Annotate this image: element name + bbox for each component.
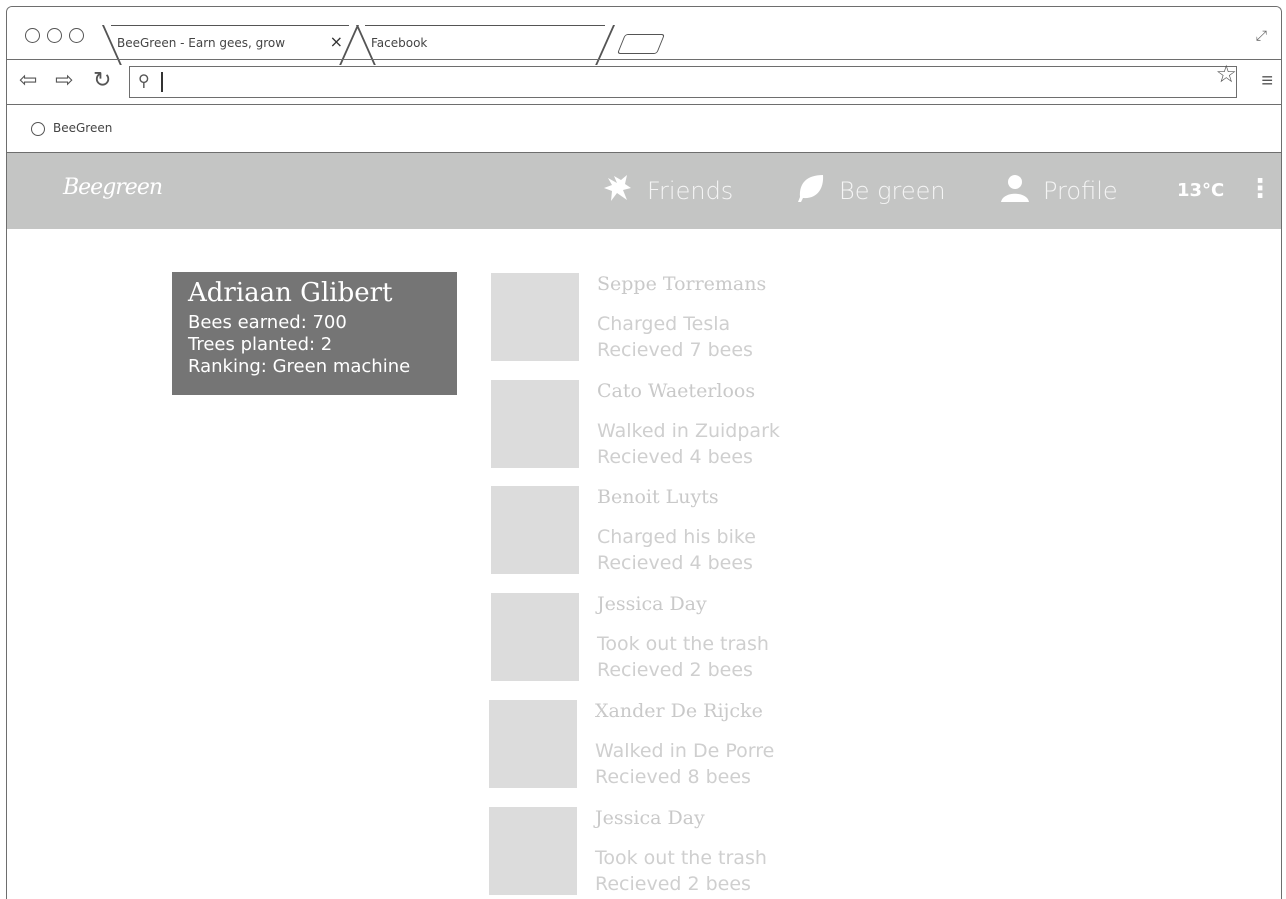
feed-action: Charged his bike [597,526,756,548]
feed-name: Cato Waeterloos [597,380,756,402]
more-options-icon[interactable]: ⋮ [1247,173,1273,204]
tab-strip: BeeGreen - Earn gees, grow × Facebook ⤢ [7,7,1281,59]
forward-icon[interactable]: ⇨ [55,68,73,93]
nav-profile[interactable]: Profile [1001,153,1118,229]
feed-item[interactable]: Cato Waeterloos Walked in Zuidpark Recie… [491,380,891,468]
nav-profile-label: Profile [1043,177,1118,205]
fullscreen-icon[interactable]: ⤢ [1256,27,1267,44]
tab-facebook[interactable]: Facebook [365,25,605,59]
tab-label: Facebook [371,36,428,50]
feed-action: Walked in De Porre [595,740,775,762]
address-row: ⇦ ⇨ ↻ ⚲ ☆ ≡ [7,59,1281,105]
profile-trees: Trees planted: 2 [188,334,333,355]
browser-window: BeeGreen - Earn gees, grow × Facebook ⤢ … [6,6,1282,899]
avatar [491,486,579,574]
feed-name: Xander De Rijcke [595,700,763,722]
search-icon: ⚲ [138,73,150,90]
feed-item[interactable]: Benoit Luyts Charged his bike Recieved 4… [491,486,891,574]
window-minimize-button[interactable] [47,28,62,43]
bee-icon [603,174,633,209]
feed-action: Charged Tesla [597,313,731,335]
nav-friends-label: Friends [647,177,734,205]
bookmarks-bar: BeeGreen [7,105,1281,153]
text-caret [161,72,163,92]
leaf-icon [797,173,825,210]
window-close-button[interactable] [25,28,40,43]
nav-be-green[interactable]: Be green [797,153,946,229]
feed-reward: Recieved 4 bees [597,446,753,468]
feed-item[interactable]: Seppe Torremans Charged Tesla Recieved 7… [491,273,891,361]
reload-icon[interactable]: ↻ [93,68,111,93]
bookmark-star-icon[interactable]: ☆ [1215,60,1237,89]
feed-name: Benoit Luyts [597,486,719,508]
avatar [491,273,579,361]
profile-bees: Bees earned: 700 [188,312,347,333]
profile-ranking: Ranking: Green machine [188,356,411,377]
app-logo[interactable]: Beegreen [63,175,163,200]
address-bar[interactable]: ⚲ [129,66,1237,98]
temperature-readout: 13°C [1177,180,1225,201]
bookmark-beegreen[interactable]: BeeGreen [53,121,112,135]
avatar [489,807,577,895]
feed-item[interactable]: Jessica Day Took out the trash Recieved … [491,593,891,681]
feed-item[interactable]: Jessica Day Took out the trash Recieved … [489,807,889,895]
feed-name: Seppe Torremans [597,273,767,295]
tab-beegreen[interactable]: BeeGreen - Earn gees, grow × [111,25,349,59]
window-maximize-button[interactable] [69,28,84,43]
feed-name: Jessica Day [597,593,707,615]
feed-reward: Recieved 4 bees [597,552,753,574]
feed-action: Took out the trash [597,633,769,655]
feed-name: Jessica Day [595,807,705,829]
feed-reward: Recieved 2 bees [595,873,751,895]
browser-menu-icon[interactable]: ≡ [1261,70,1273,93]
feed-item[interactable]: Xander De Rijcke Walked in De Porre Reci… [489,700,889,788]
new-tab-button[interactable] [616,34,666,54]
app-navbar: Beegreen Friends Be green Profile 13°C ⋮ [7,153,1281,229]
profile-card: Adriaan Glibert Bees earned: 700 Trees p… [172,272,457,395]
tab-label: BeeGreen - Earn gees, grow [117,36,286,50]
bookmark-favicon-icon [31,122,45,136]
tab-close-icon[interactable]: × [330,32,343,51]
feed-reward: Recieved 2 bees [597,659,753,681]
back-icon[interactable]: ⇦ [19,68,37,93]
nav-friends[interactable]: Friends [603,153,733,229]
feed-reward: Recieved 7 bees [597,339,753,361]
profile-name: Adriaan Glibert [188,278,393,308]
avatar [489,700,577,788]
feed-action: Took out the trash [595,847,767,869]
nav-be-green-label: Be green [839,177,946,205]
feed-reward: Recieved 8 bees [595,766,751,788]
user-icon [1001,174,1029,209]
feed-action: Walked in Zuidpark [597,420,780,442]
avatar [491,380,579,468]
avatar [491,593,579,681]
